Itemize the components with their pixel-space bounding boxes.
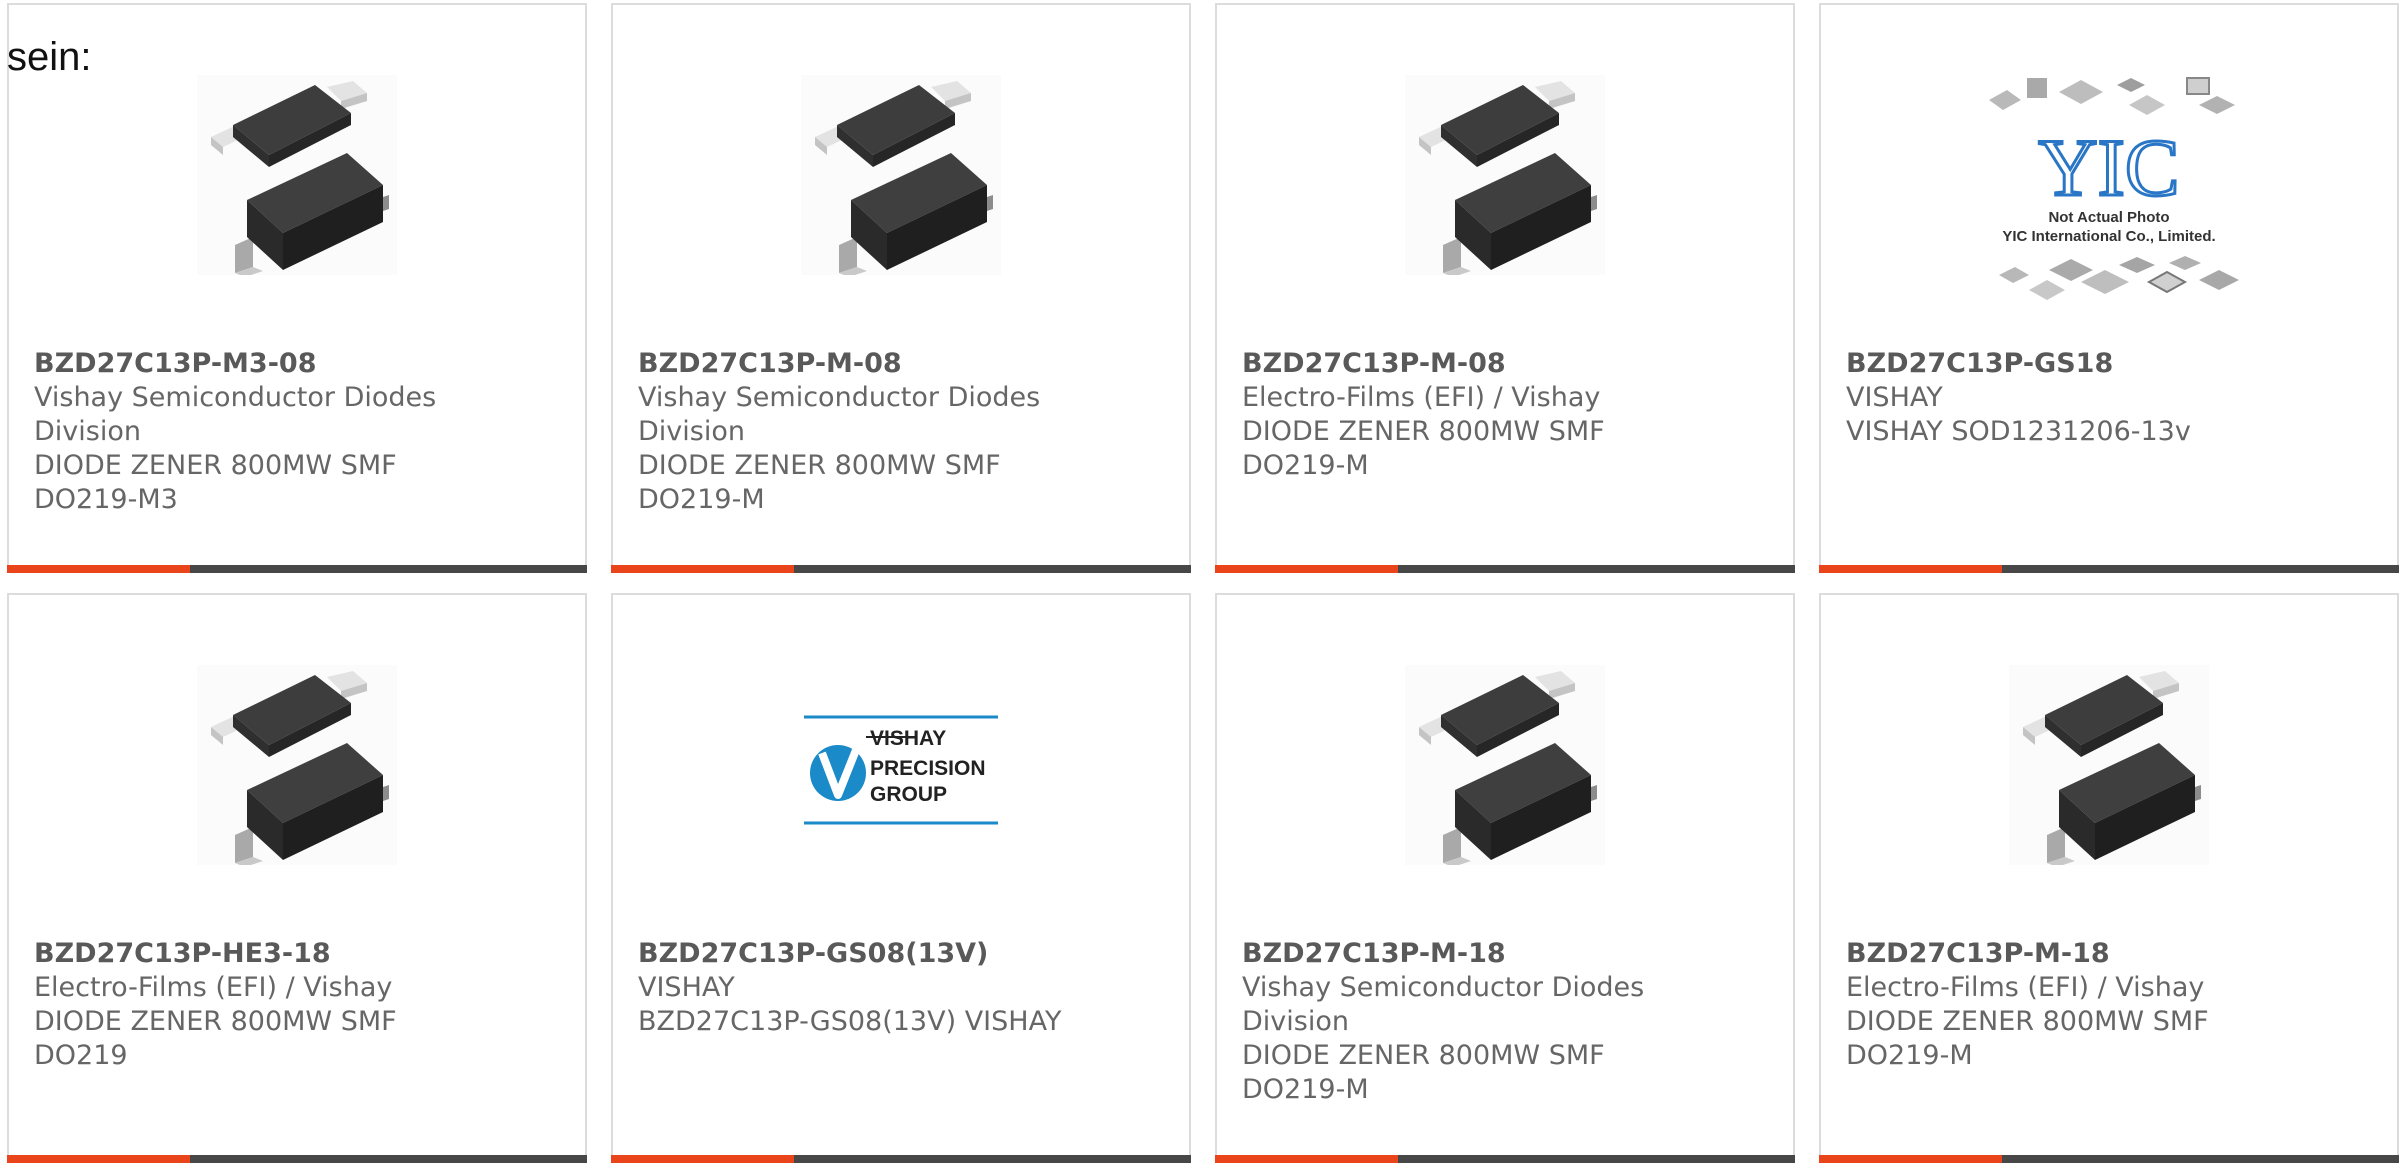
part-number[interactable]: BZD27C13P-M-18	[1242, 937, 1672, 971]
product-card[interactable]: YIC Not Actual Photo YIC International C…	[1819, 3, 2399, 573]
card-accent-bar	[7, 565, 587, 573]
description-line: DO219-M	[1242, 1074, 1369, 1105]
description-line: Division	[638, 416, 745, 447]
part-number[interactable]: BZD27C13P-M-08	[1242, 347, 1672, 381]
description-line: DIODE ZENER 800MW SMF	[1242, 416, 1605, 447]
description-line: Electro-Films (EFI) / Vishay	[1242, 382, 1601, 413]
description-line: Division	[1242, 1006, 1349, 1037]
product-card[interactable]: VISHAY PRECISION GROUP BZD27C13P-GS08(13…	[611, 593, 1191, 1163]
product-card[interactable]: BZD27C13P-HE3-18 Electro-Films (EFI) / V…	[7, 593, 587, 1163]
card-accent-bar	[1819, 565, 2399, 573]
product-card[interactable]: BZD27C13P-M-08 Electro-Films (EFI) / Vis…	[1215, 3, 1795, 573]
intro-text: sein:	[7, 35, 92, 79]
product-image	[801, 75, 1001, 275]
part-number[interactable]: BZD27C13P-GS18	[1846, 347, 2276, 381]
card-accent-bar	[611, 565, 1191, 573]
description-line: Vishay Semiconductor Diodes	[1242, 972, 1645, 1003]
description-line: DO219-M	[1242, 450, 1369, 481]
card-accent-bar	[1215, 1155, 1795, 1163]
card-accent-bar	[1215, 565, 1795, 573]
yic-logo: YIC	[2038, 122, 2179, 213]
logo-text: GROUP	[870, 783, 947, 806]
part-number[interactable]: BZD27C13P-M3-08	[34, 347, 464, 381]
description-line: DIODE ZENER 800MW SMF	[34, 1006, 397, 1037]
product-image	[2009, 665, 2209, 865]
product-image	[197, 75, 397, 275]
description-line: Vishay Semiconductor Diodes	[34, 382, 437, 413]
description-line: DIODE ZENER 800MW SMF	[638, 450, 1001, 481]
description-line: VISHAY SOD1231206-13v	[1846, 416, 2191, 447]
product-card[interactable]: BZD27C13P-M-08 Vishay Semiconductor Diod…	[611, 3, 1191, 573]
image-caption: YIC International Co., Limited.	[2002, 228, 2215, 245]
description-line: Vishay Semiconductor Diodes	[638, 382, 1041, 413]
description-line: DO219-M3	[34, 484, 178, 515]
description-line: VISHAY	[638, 972, 735, 1003]
logo-text: PRECISION	[870, 757, 986, 780]
part-number[interactable]: BZD27C13P-HE3-18	[34, 937, 464, 971]
product-image	[197, 665, 397, 865]
not-actual-photo-image: YIC Not Actual Photo YIC International C…	[1969, 60, 2249, 300]
description-line: DIODE ZENER 800MW SMF	[1846, 1006, 2209, 1037]
part-number[interactable]: BZD27C13P-M-18	[1846, 937, 2276, 971]
description-line: VISHAY	[1846, 382, 1943, 413]
description-line: Electro-Films (EFI) / Vishay	[1846, 972, 2205, 1003]
card-accent-bar	[611, 1155, 1191, 1163]
description-line: Division	[34, 416, 141, 447]
product-card[interactable]: BZD27C13P-M-18 Vishay Semiconductor Diod…	[1215, 593, 1795, 1163]
description-line: Electro-Films (EFI) / Vishay	[34, 972, 393, 1003]
description-line: DIODE ZENER 800MW SMF	[34, 450, 397, 481]
product-card[interactable]: BZD27C13P-M3-08 Vishay Semiconductor Dio…	[7, 3, 587, 573]
description-line: DO219-M	[1846, 1040, 1973, 1071]
description-line: BZD27C13P-GS08(13V) VISHAY	[638, 1006, 1062, 1037]
part-number[interactable]: BZD27C13P-GS08(13V)	[638, 937, 1068, 971]
vishay-precision-logo: VISHAY PRECISION GROUP	[761, 650, 1041, 890]
product-image	[1405, 75, 1605, 275]
part-number[interactable]: BZD27C13P-M-08	[638, 347, 1068, 381]
description-line: DO219	[34, 1040, 128, 1071]
image-caption: Not Actual Photo	[2048, 209, 2169, 226]
logo-text: VISHAY	[870, 727, 946, 750]
product-image	[1405, 665, 1605, 865]
description-line: DO219-M	[638, 484, 765, 515]
description-line: DIODE ZENER 800MW SMF	[1242, 1040, 1605, 1071]
card-accent-bar	[7, 1155, 587, 1163]
product-card[interactable]: BZD27C13P-M-18 Electro-Films (EFI) / Vis…	[1819, 593, 2399, 1163]
card-accent-bar	[1819, 1155, 2399, 1163]
